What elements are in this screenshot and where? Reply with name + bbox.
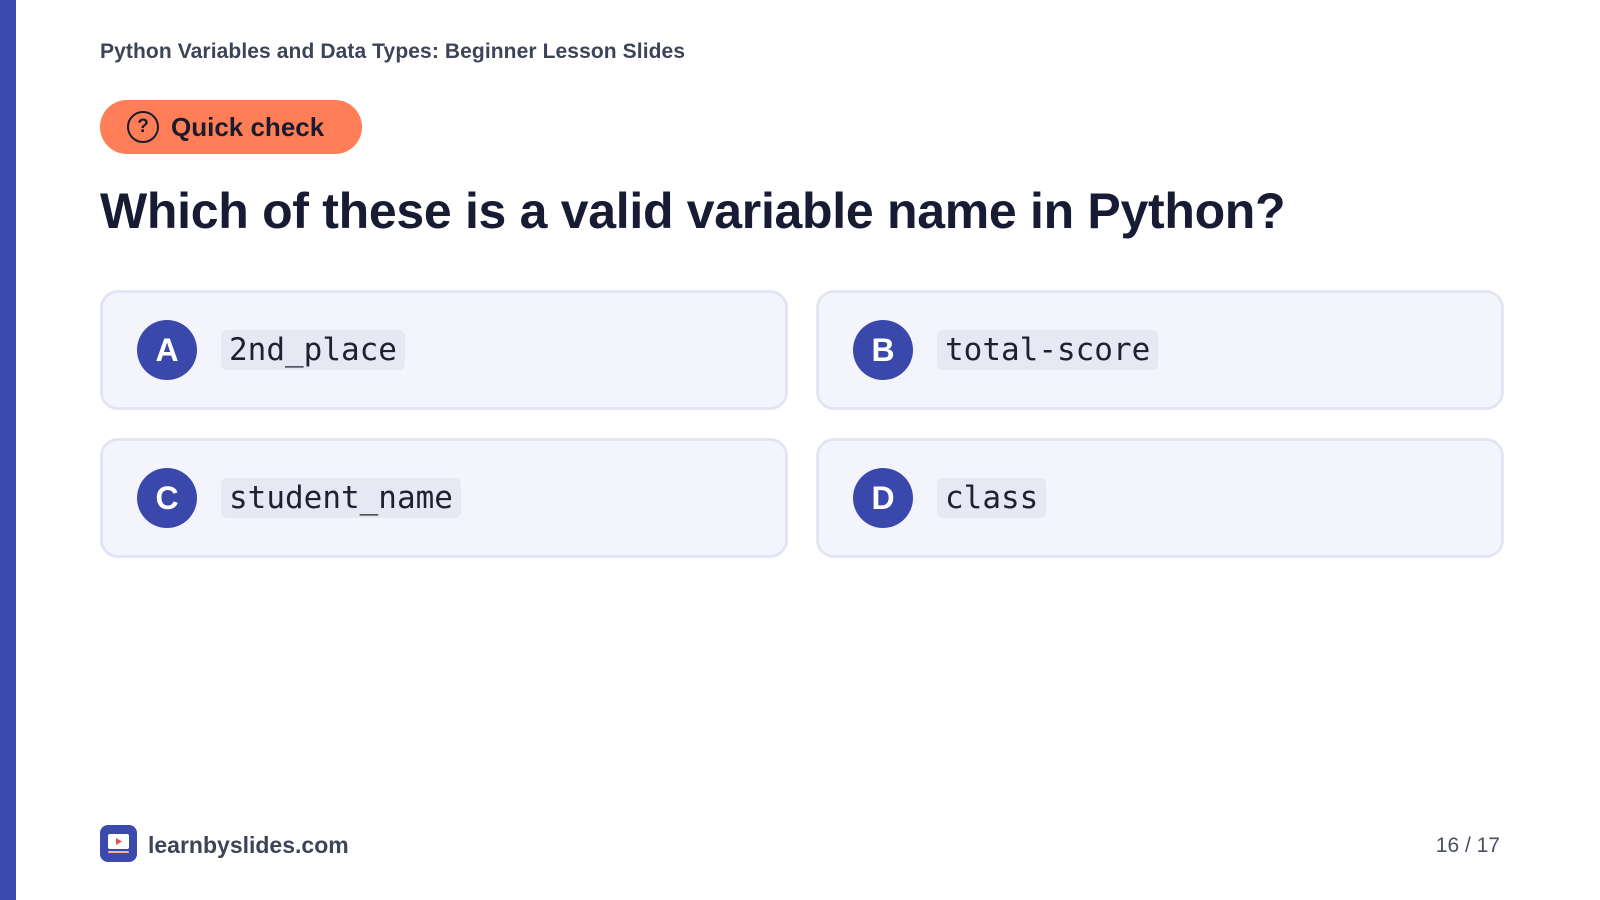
play-slide-icon-svg bbox=[108, 834, 129, 853]
option-code: 2nd_place bbox=[221, 330, 405, 370]
option-b[interactable]: B total-score bbox=[816, 290, 1504, 410]
deck-title: Python Variables and Data Types: Beginne… bbox=[100, 40, 686, 63]
option-letter-badge: B bbox=[853, 320, 913, 380]
option-d[interactable]: D class bbox=[816, 438, 1504, 558]
play-slide-icon bbox=[100, 825, 137, 862]
accent-bar bbox=[0, 0, 16, 900]
quick-check-label: Quick check bbox=[171, 111, 325, 142]
option-code: student_name bbox=[221, 478, 461, 518]
option-code: class bbox=[937, 478, 1047, 518]
option-c[interactable]: C student_name bbox=[100, 438, 788, 558]
option-letter-badge: A bbox=[137, 320, 197, 380]
option-a[interactable]: A 2nd_place bbox=[100, 290, 788, 410]
slide: Python Variables and Data Types: Beginne… bbox=[0, 0, 1600, 900]
option-letter-badge: D bbox=[853, 468, 913, 528]
quick-check-tag: ? Quick check bbox=[100, 100, 362, 154]
option-code: total-score bbox=[937, 330, 1159, 370]
option-letter-badge: C bbox=[137, 468, 197, 528]
question-circle-icon: ? bbox=[127, 111, 159, 143]
question-title: Which of these is a valid variable name … bbox=[100, 183, 1286, 239]
footer-site-link[interactable]: learnbyslides.com bbox=[148, 832, 349, 859]
page-number: 16 / 17 bbox=[1435, 834, 1500, 857]
